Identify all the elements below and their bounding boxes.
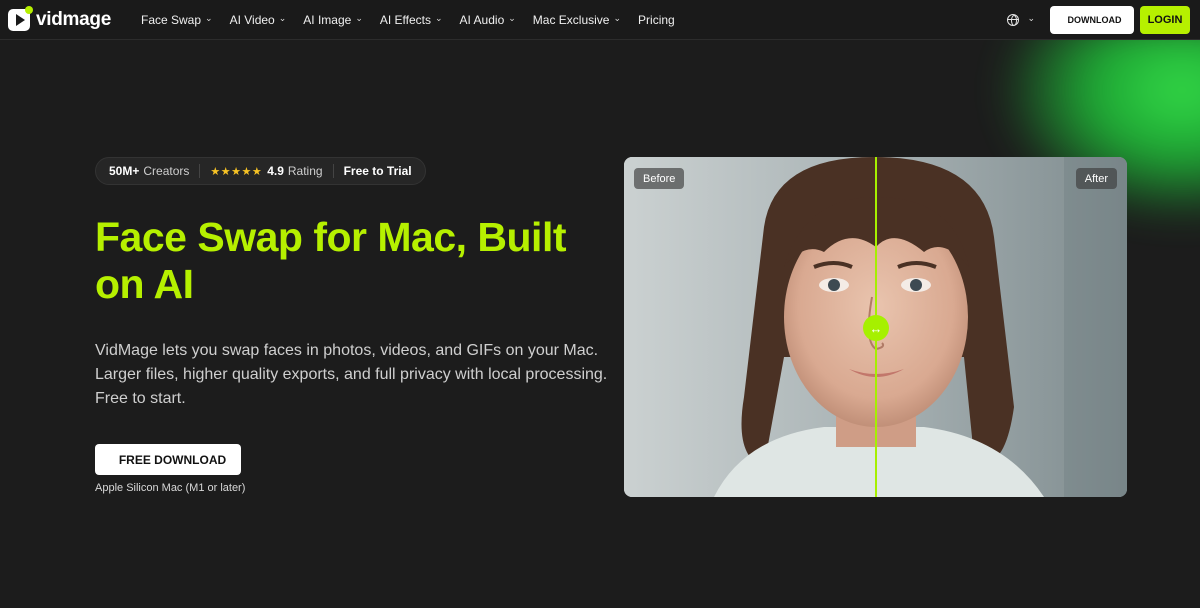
hero-description: VidMage lets you swap faces in photos, v… bbox=[95, 342, 608, 407]
social-proof-badges: 50M+ Creators ★★★★★ 4.9 Rating Free to T… bbox=[95, 157, 426, 185]
login-button[interactable]: LOGIN bbox=[1140, 5, 1190, 34]
badge-divider bbox=[332, 164, 334, 178]
before-label: Before bbox=[634, 168, 685, 189]
arrows-horizontal-icon: ↔ bbox=[869, 320, 883, 336]
chevron-down-icon: ⌄ bbox=[1027, 13, 1035, 23]
chevron-down-icon: ⌄ bbox=[613, 13, 622, 23]
nav-item-pricing[interactable]: Pricing bbox=[638, 13, 675, 27]
main-menu: Face Swap ⌄ AI Video ⌄ AI Image ⌄ AI Effect… bbox=[141, 13, 692, 27]
rating-value: 4.9 bbox=[267, 164, 284, 178]
nav-item-mac-exclusive[interactable]: Mac Exclusive ⌄ bbox=[533, 13, 621, 27]
top-navbar: vidmage Face Swap ⌄ AI Video ⌄ AI Image ⌄ A… bbox=[0, 0, 1200, 40]
nav-download-button[interactable]: DOWNLOAD bbox=[1050, 5, 1134, 34]
badge-divider bbox=[199, 164, 201, 178]
chevron-down-icon: ⌄ bbox=[278, 13, 287, 23]
brand-logo[interactable]: vidmage bbox=[8, 5, 128, 31]
before-after-slider[interactable]: Before After ↔ bbox=[624, 157, 1127, 497]
rating-stars: ★★★★★ bbox=[210, 165, 263, 178]
chevron-down-icon: ⌄ bbox=[355, 13, 363, 23]
nav-item-ai-effects[interactable]: AI Effects ⌄ bbox=[380, 13, 443, 27]
rating-label: Rating bbox=[287, 164, 323, 178]
chevron-down-icon: ⌄ bbox=[205, 13, 213, 23]
language-selector[interactable]: ⌄ bbox=[1007, 13, 1035, 26]
nav-item-ai-image[interactable]: AI Image ⌄ bbox=[303, 13, 363, 27]
nav-item-ai-audio[interactable]: AI Audio ⌄ bbox=[460, 13, 516, 27]
nav-item-face-swap[interactable]: Face Swap ⌄ bbox=[141, 13, 213, 27]
slider-handle[interactable]: ↔ bbox=[863, 315, 889, 341]
system-requirement-note: Apple Silicon Mac (M1 or later) bbox=[95, 482, 246, 494]
creators-count: 50M+ bbox=[109, 164, 140, 178]
chevron-down-icon: ⌄ bbox=[435, 13, 443, 23]
nav-item-ai-video[interactable]: AI Video ⌄ bbox=[230, 13, 287, 27]
nav-actions: ⌄ DOWNLOAD LOGIN bbox=[1007, 5, 1190, 34]
trial-label: Free to Trial bbox=[343, 164, 412, 178]
after-label: After bbox=[1075, 168, 1117, 189]
brand-name: vidmage bbox=[36, 8, 111, 30]
logo-icon bbox=[8, 5, 33, 31]
hero-headline: Face Swap for Mac, Built on AI bbox=[95, 214, 567, 307]
chevron-down-icon: ⌄ bbox=[508, 13, 516, 23]
globe-icon bbox=[1007, 13, 1020, 26]
creators-label: Creators bbox=[143, 164, 190, 178]
free-download-button[interactable]: FREE DOWNLOAD bbox=[95, 444, 241, 475]
